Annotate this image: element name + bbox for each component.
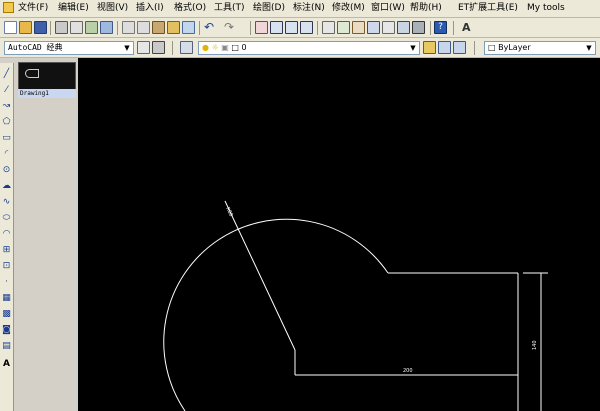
menu-my-tools[interactable]: My tools — [527, 3, 565, 14]
menu-window[interactable]: 窗口(W) — [371, 3, 405, 14]
table-icon[interactable]: ▤ — [1, 341, 12, 352]
design-center-icon[interactable] — [337, 21, 350, 34]
color-swatch: □ — [488, 43, 496, 52]
new-icon[interactable] — [4, 21, 17, 34]
polygon-icon[interactable]: ⬠ — [1, 117, 12, 128]
ellipse-arc-icon[interactable]: ◠ — [1, 229, 12, 240]
vertical-dimension-text: 140 — [532, 340, 538, 350]
menu-dimension[interactable]: 标注(N) — [293, 3, 325, 14]
insert-block-icon[interactable]: ⊞ — [1, 245, 12, 256]
hatch-icon[interactable]: ▦ — [1, 293, 12, 304]
help-icon[interactable]: ? — [434, 21, 447, 34]
autocad-app-icon[interactable] — [3, 2, 14, 13]
chevron-down-icon: ▼ — [410, 44, 416, 52]
menu-file[interactable]: 文件(F) — [18, 3, 48, 14]
ellipse-icon[interactable]: ⬭ — [1, 213, 12, 224]
drawing-canvas[interactable]: R80 200 140 — [78, 58, 600, 411]
drawing-tab-label[interactable]: Drawing1 — [18, 89, 76, 98]
workspace-save-icon[interactable] — [152, 41, 165, 54]
workspace-dropdown[interactable]: AutoCAD 经典 ▼ — [4, 41, 134, 55]
zoom-realtime-icon[interactable] — [270, 21, 283, 34]
print-icon[interactable] — [55, 21, 68, 34]
sun-icon: ☼ — [211, 43, 219, 52]
draw-toolbar: ╱ ⁄ ↝ ⬠ ▭ ◜ ⊙ ☁ ∿ ⬭ ◠ ⊞ ⊡ · ▦ ▩ ◙ ▤ A — [0, 63, 14, 411]
menu-format[interactable]: 格式(O) — [174, 3, 206, 14]
workspace-layers-toolbar: AutoCAD 经典 ▼ ● ☼ ▣ □ 0 ▼ □ ByLayer ▼ — [0, 38, 600, 58]
arc-icon[interactable]: ◜ — [1, 149, 12, 160]
gradient-icon[interactable]: ▩ — [1, 309, 12, 320]
menu-et-tools[interactable]: ET扩展工具(E) — [458, 3, 518, 14]
properties-icon[interactable] — [322, 21, 335, 34]
thumbnail-preview — [25, 69, 39, 78]
menu-tools[interactable]: 工具(T) — [214, 3, 245, 14]
lock-icon: ▣ — [221, 43, 229, 52]
pan-icon[interactable] — [255, 21, 268, 34]
outline-arc — [163, 218, 389, 411]
menu-insert[interactable]: 插入(I) — [136, 3, 164, 14]
match-properties-icon[interactable] — [167, 21, 180, 34]
multiline-text-icon[interactable]: A — [1, 359, 12, 370]
standard-toolbar: ↶ ↷ ? A Standard ▼ — [0, 18, 600, 53]
workspace-settings-icon[interactable] — [137, 41, 150, 54]
revision-cloud-icon[interactable]: ☁ — [1, 181, 12, 192]
lightbulb-icon: ● — [202, 43, 209, 52]
layer-states-icon[interactable] — [453, 41, 466, 54]
3d-dwf-icon[interactable] — [100, 21, 113, 34]
publish-icon[interactable] — [85, 21, 98, 34]
zoom-window-icon[interactable] — [285, 21, 298, 34]
text-style-icon[interactable]: A — [462, 21, 475, 34]
save-icon[interactable] — [34, 21, 47, 34]
menu-edit[interactable]: 编辑(E) — [58, 3, 89, 14]
linetype-dropdown[interactable]: □ ByLayer ▼ — [484, 41, 596, 55]
menu-draw[interactable]: 绘图(D) — [253, 3, 285, 14]
menu-modify[interactable]: 修改(M) — [332, 3, 365, 14]
circle-icon[interactable]: ⊙ — [1, 165, 12, 176]
make-block-icon[interactable]: ⊡ — [1, 261, 12, 272]
spline-icon[interactable]: ∿ — [1, 197, 12, 208]
construction-line-icon[interactable]: ⁄ — [1, 85, 12, 96]
block-editor-icon[interactable] — [182, 21, 195, 34]
cut-icon[interactable] — [122, 21, 135, 34]
region-icon[interactable]: ◙ — [1, 325, 12, 336]
tool-palettes-icon[interactable] — [352, 21, 365, 34]
rectangle-icon[interactable]: ▭ — [1, 133, 12, 144]
layer-previous-icon[interactable] — [438, 41, 451, 54]
quickcalc-icon[interactable] — [397, 21, 410, 34]
menu-bar: 文件(F) 编辑(E) 视图(V) 插入(I) 格式(O) 工具(T) 绘图(D… — [0, 0, 600, 18]
sheet-set-icon[interactable] — [367, 21, 380, 34]
paste-icon[interactable] — [152, 21, 165, 34]
polyline-icon[interactable]: ↝ — [1, 101, 12, 112]
radius-dimension-line — [224, 200, 296, 351]
calculator-icon[interactable] — [412, 21, 425, 34]
line-icon[interactable]: ╱ — [1, 69, 12, 80]
open-icon[interactable] — [19, 21, 32, 34]
menu-help[interactable]: 帮助(H) — [410, 3, 442, 14]
drawing-svg: R80 200 140 — [163, 200, 548, 411]
layer-dropdown[interactable]: ● ☼ ▣ □ 0 ▼ — [198, 41, 420, 55]
copy-icon[interactable] — [137, 21, 150, 34]
point-icon[interactable]: · — [1, 277, 12, 288]
print-preview-icon[interactable] — [70, 21, 83, 34]
markup-icon[interactable] — [382, 21, 395, 34]
chevron-down-icon: ▼ — [124, 44, 130, 52]
zoom-previous-icon[interactable] — [300, 21, 313, 34]
redo-icon[interactable]: ↷ — [224, 21, 237, 34]
layer-manager-icon[interactable] — [180, 41, 193, 54]
horizontal-dimension-text: 200 — [403, 368, 413, 374]
palette-area — [14, 63, 78, 411]
menu-view[interactable]: 视图(V) — [97, 3, 128, 14]
make-current-layer-icon[interactable] — [423, 41, 436, 54]
chevron-down-icon: ▼ — [586, 44, 592, 52]
undo-icon[interactable]: ↶ — [204, 21, 217, 34]
layer-color-swatch: □ — [231, 43, 239, 52]
